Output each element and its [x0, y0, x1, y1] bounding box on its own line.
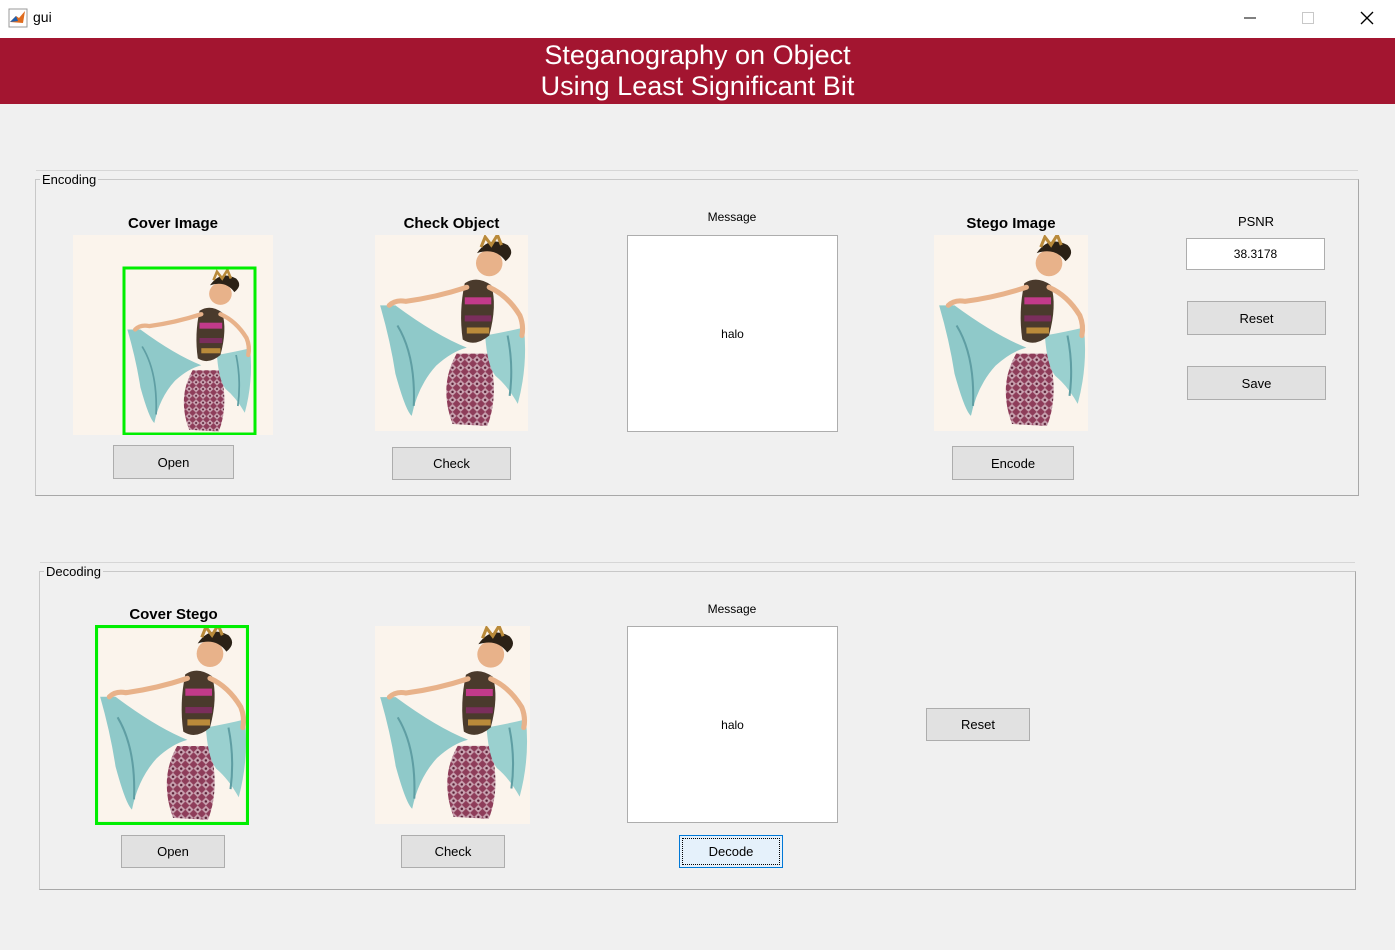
decoding-reset-button[interactable]: Reset	[926, 708, 1030, 741]
psnr-field[interactable]: 38.3178	[1186, 238, 1325, 270]
encoding-panel-shadow	[36, 170, 1358, 171]
encoding-check-button[interactable]: Check	[392, 447, 511, 480]
stego-image-label: Stego Image	[966, 215, 1056, 232]
decoding-check-button[interactable]: Check	[401, 835, 505, 868]
decoding-message-field[interactable]: halo	[627, 626, 838, 823]
check-object-label: Check Object	[403, 215, 500, 232]
check-object-image	[375, 235, 528, 431]
decoding-message-label: Message	[707, 602, 757, 616]
decoding-open-button[interactable]: Open	[121, 835, 225, 868]
cover-image	[73, 235, 273, 435]
cover-image-label: Cover Image	[127, 215, 219, 232]
banner-title-line2: Using Least Significant Bit	[540, 71, 855, 101]
cover-stego-image	[95, 625, 249, 825]
maximize-icon[interactable]	[1293, 6, 1323, 30]
decoding-panel-shadow	[40, 562, 1355, 563]
encoding-message-field[interactable]: halo	[627, 235, 838, 432]
encoding-open-button[interactable]: Open	[113, 445, 234, 479]
encoding-reset-button[interactable]: Reset	[1187, 301, 1326, 335]
banner-title-line1: Steganography on Object	[544, 40, 851, 70]
encoding-message-label: Message	[707, 210, 757, 224]
close-icon[interactable]	[1352, 6, 1382, 30]
window-titlebar: gui	[0, 0, 1395, 39]
psnr-label: PSNR	[1237, 214, 1275, 229]
encode-button[interactable]: Encode	[952, 446, 1074, 480]
decode-button[interactable]: Decode	[679, 835, 783, 868]
matlab-icon	[8, 8, 28, 28]
app-banner: Steganography on Object Using Least Sign…	[0, 38, 1395, 104]
decoding-panel-title: Decoding	[44, 564, 103, 579]
save-button[interactable]: Save	[1187, 366, 1326, 400]
decoding-check-image	[375, 626, 530, 824]
minimize-icon[interactable]	[1235, 6, 1265, 30]
cover-stego-label: Cover Stego	[129, 606, 218, 623]
stego-image	[934, 235, 1088, 431]
encoding-panel-title: Encoding	[40, 172, 99, 187]
window-title: gui	[33, 9, 52, 25]
